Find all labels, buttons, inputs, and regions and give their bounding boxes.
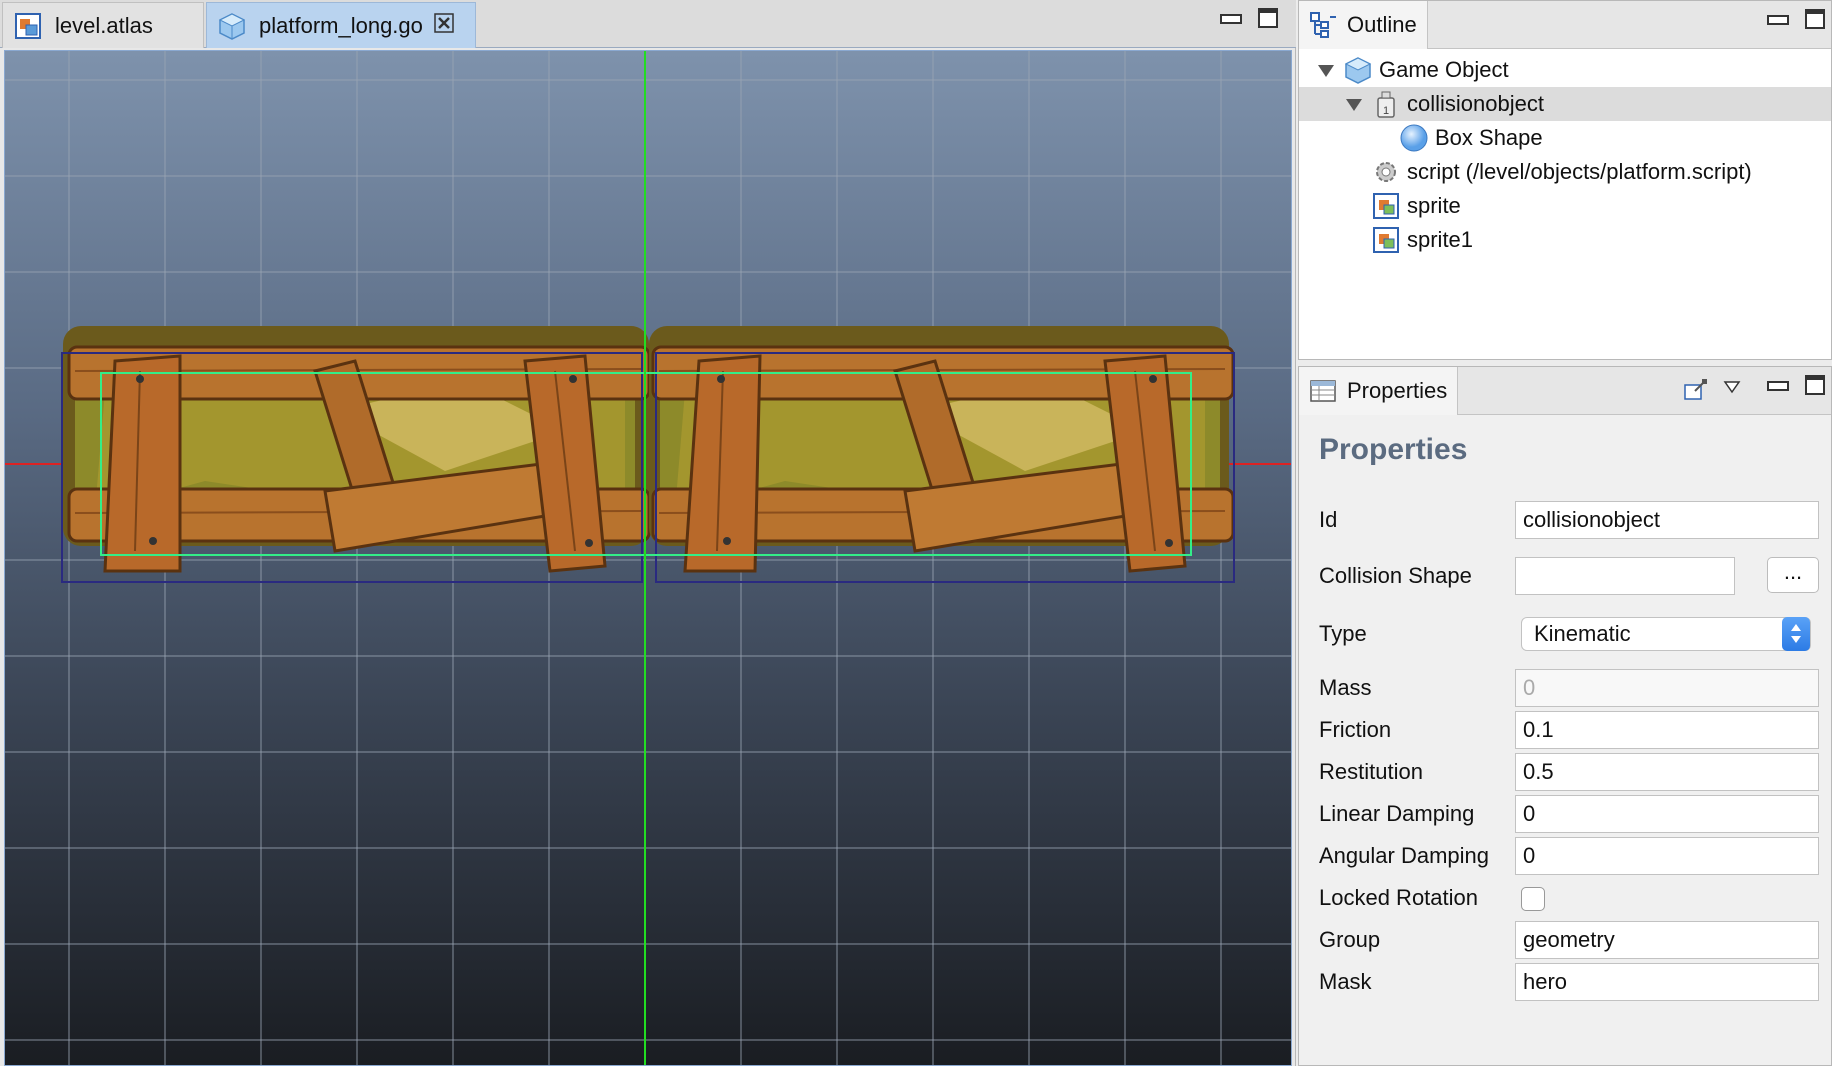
close-tab-icon[interactable] (433, 12, 455, 40)
outline-window-controls (1767, 9, 1825, 29)
tree-item-box-shape[interactable]: Box Shape (1299, 121, 1831, 155)
minimize-icon[interactable] (1767, 9, 1789, 27)
friction-label: Friction (1319, 717, 1392, 742)
property-group: Group (1319, 921, 1829, 961)
restitution-field[interactable] (1515, 753, 1819, 791)
locked-rotation-checkbox[interactable] (1521, 887, 1545, 911)
box-shape-icon (1399, 123, 1429, 153)
svg-text:1: 1 (1383, 105, 1389, 117)
tab-label: platform_long.go (259, 12, 423, 38)
tree-item-label: sprite (1407, 193, 1461, 218)
locked-rotation-label: Locked Rotation (1319, 885, 1478, 910)
mask-label: Mask (1319, 969, 1372, 994)
angular-damping-label: Angular Damping (1319, 843, 1489, 868)
select-arrows-icon (1782, 617, 1810, 651)
outline-icon (1309, 11, 1337, 39)
property-collision-shape: Collision Shape ... (1319, 557, 1829, 597)
id-field[interactable] (1515, 501, 1819, 539)
properties-heading: Properties (1319, 433, 1468, 466)
tree-item-label: Game Object (1379, 57, 1509, 82)
tree-item-script[interactable]: script (/level/objects/platform.script) (1299, 155, 1831, 189)
property-mask: Mask (1319, 963, 1829, 1003)
sprite-icon (1371, 191, 1401, 221)
sprite-right[interactable] (649, 326, 1235, 573)
properties-tab-bar: Properties (1299, 367, 1831, 415)
tree-item-label: sprite1 (1407, 227, 1474, 252)
game-object-icon (217, 11, 247, 41)
maximize-icon[interactable] (1258, 8, 1278, 28)
property-type: Type Kinematic (1319, 615, 1829, 655)
browse-collision-shape-button[interactable]: ... (1767, 557, 1819, 593)
properties-window-controls (1767, 375, 1825, 395)
minimize-icon[interactable] (1220, 8, 1242, 26)
linear-damping-field[interactable] (1515, 795, 1819, 833)
property-mass: Mass (1319, 669, 1829, 709)
property-locked-rotation: Locked Rotation (1319, 879, 1829, 919)
script-gear-icon (1371, 157, 1401, 187)
atlas-icon (13, 11, 43, 41)
type-label: Type (1319, 621, 1367, 646)
minimize-icon[interactable] (1767, 375, 1789, 393)
tab-platform-long-go[interactable]: platform_long.go (206, 2, 476, 48)
scene-grid (5, 51, 1291, 1065)
expand-triangle-icon[interactable] (1345, 95, 1363, 113)
maximize-icon[interactable] (1805, 375, 1825, 395)
property-angular-damping: Angular Damping (1319, 837, 1829, 877)
type-select[interactable]: Kinematic (1521, 617, 1811, 651)
group-label: Group (1319, 927, 1381, 952)
game-object-icon (1343, 55, 1373, 85)
outline-tree: Game Object 1 collisionobject Box Shape … (1299, 53, 1831, 257)
collision-shape-label: Collision Shape (1319, 563, 1472, 588)
collision-shape-field[interactable] (1515, 557, 1735, 595)
tree-item-label: Box Shape (1435, 125, 1543, 150)
property-linear-damping: Linear Damping (1319, 795, 1829, 835)
tree-item-label: script (/level/objects/platform.script) (1407, 159, 1752, 184)
tree-item-game-object[interactable]: Game Object (1299, 53, 1831, 87)
properties-panel: Properties Properties Id Collision Shape… (1298, 366, 1832, 1066)
outline-tab-bar: Outline (1299, 1, 1831, 49)
mask-field[interactable] (1515, 963, 1819, 1001)
expand-triangle-icon[interactable] (1317, 61, 1335, 79)
collision-object-icon: 1 (1371, 89, 1401, 119)
properties-tab-label: Properties (1347, 378, 1448, 403)
restitution-label: Restitution (1319, 759, 1423, 784)
sprite-left[interactable] (63, 326, 651, 573)
editor-window-controls (1220, 8, 1278, 28)
tree-item-sprite[interactable]: sprite (1299, 189, 1831, 223)
scene-viewport[interactable] (4, 50, 1292, 1066)
tree-item-sprite1[interactable]: sprite1 (1299, 223, 1831, 257)
mass-field (1515, 669, 1819, 707)
type-select-value: Kinematic (1534, 621, 1631, 646)
angular-damping-field[interactable] (1515, 837, 1819, 875)
property-friction: Friction (1319, 711, 1829, 751)
property-restitution: Restitution (1319, 753, 1829, 793)
group-field[interactable] (1515, 921, 1819, 959)
scene-editor: level.atlas platform_long.go (0, 0, 1296, 1066)
properties-table-icon (1309, 377, 1337, 405)
editor-tab-bar: level.atlas platform_long.go (0, 0, 1296, 48)
property-id: Id (1319, 501, 1829, 541)
tab-label: level.atlas (55, 12, 153, 38)
outline-panel: Outline Game Object 1 collisionobject Bo… (1298, 0, 1832, 360)
friction-field[interactable] (1515, 711, 1819, 749)
sprite-icon (1371, 225, 1401, 255)
view-menu-icon[interactable] (1723, 379, 1741, 395)
tree-item-label: collisionobject (1407, 91, 1544, 116)
tree-item-collisionobject[interactable]: 1 collisionobject (1299, 87, 1831, 121)
maximize-icon[interactable] (1805, 9, 1825, 29)
tab-properties[interactable]: Properties (1299, 367, 1459, 415)
outline-tab-label: Outline (1347, 12, 1417, 37)
id-label: Id (1319, 507, 1338, 532)
mass-label: Mass (1319, 675, 1372, 700)
tab-level-atlas[interactable]: level.atlas (2, 2, 204, 48)
linear-damping-label: Linear Damping (1319, 801, 1475, 826)
pin-editor-icon[interactable] (1683, 377, 1709, 403)
tab-outline[interactable]: Outline (1299, 1, 1428, 49)
